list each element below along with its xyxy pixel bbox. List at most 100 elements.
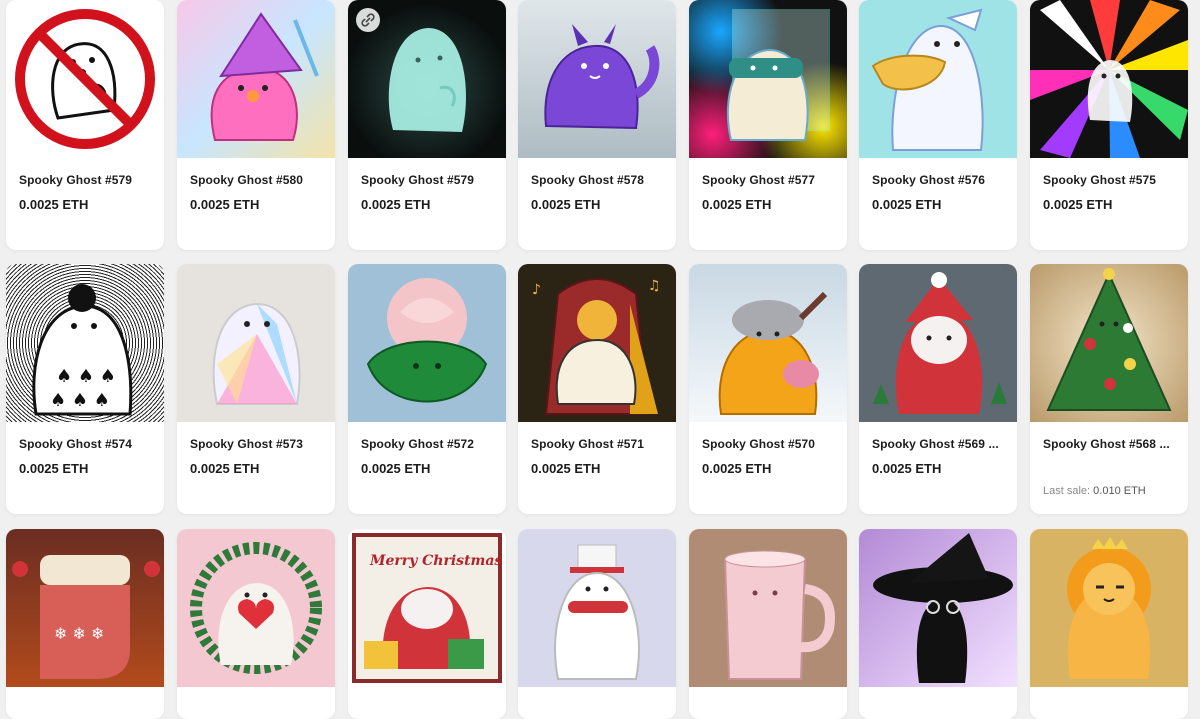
nft-card[interactable]: ♪ ♫ Spooky Ghost #571 0.0025 ETH [518,264,676,514]
last-sale-value: 0.010 ETH [1093,485,1146,497]
nft-title[interactable]: Spooky Ghost #576 [872,173,985,187]
nft-image[interactable] [177,0,335,158]
link-icon[interactable] [356,8,380,32]
nft-card[interactable]: Spooky Ghost #572 0.0025 ETH [348,264,506,514]
nft-card[interactable] [177,529,335,719]
nft-image[interactable] [518,0,676,158]
nft-card[interactable]: Spooky Ghost #570 0.0025 ETH [689,264,847,514]
nft-image[interactable]: ♪ ♫ [518,264,676,422]
nft-price: 0.0025 ETH [361,461,431,476]
nft-title[interactable]: Spooky Ghost #570 [702,437,815,451]
banner-text: Merry Christmas [369,553,502,569]
last-sale-label: Last sale: [1043,485,1091,497]
christmas-tree-ghost-icon [1046,268,1172,411]
mug-ghost-icon [723,550,835,680]
nft-card[interactable] [689,529,847,719]
rainbow-ghost-icon [1030,0,1188,158]
spade-ghost-icon: ♠ ♠ ♠ ♠ ♠ ♠ [32,284,133,416]
nft-image[interactable] [177,264,335,422]
nft-card[interactable]: Spooky Ghost #573 0.0025 ETH [177,264,335,514]
nft-image[interactable] [859,0,1017,158]
nft-image[interactable] [1030,264,1188,422]
nft-title[interactable]: Spooky Ghost #580 [190,173,303,187]
nft-image[interactable]: Merry Christmas [348,529,506,687]
nft-image[interactable]: ❄ ❄ ❄ [6,529,164,687]
nft-card[interactable] [859,529,1017,719]
nft-card[interactable]: Spooky Ghost #568 ... Last sale: 0.010 E… [1030,264,1188,514]
merry-christmas-santa-ghost-icon: Merry Christmas [352,533,502,683]
nft-price: 0.0025 ETH [702,197,772,212]
nft-price: 0.0025 ETH [1043,197,1113,212]
nft-image[interactable] [518,529,676,687]
svg-text:♠ ♠ ♠: ♠ ♠ ♠ [56,366,116,387]
nft-image[interactable]: ♠ ♠ ♠ ♠ ♠ ♠ [6,264,164,422]
nft-card[interactable] [518,529,676,719]
nft-image[interactable] [689,264,847,422]
nft-card[interactable]: Spooky Ghost #575 0.0025 ETH [1030,0,1188,250]
pelican-ghost-icon [871,8,984,151]
nft-price: 0.0025 ETH [190,461,260,476]
nft-image[interactable] [689,0,847,158]
wreath-heart-ghost-icon [190,542,322,674]
svg-text:♠ ♠ ♠: ♠ ♠ ♠ [50,390,110,411]
nft-title[interactable]: Spooky Ghost #569 ... [872,437,999,451]
nft-image[interactable] [689,529,847,687]
nft-title[interactable]: Spooky Ghost #573 [190,437,303,451]
nft-title[interactable]: Spooky Ghost #577 [702,173,815,187]
nft-title[interactable]: Spooky Ghost #574 [19,437,132,451]
nft-price: 0.0025 ETH [531,197,601,212]
nft-price: 0.0025 ETH [872,197,942,212]
nft-card[interactable]: ❄ ❄ ❄ [6,529,164,719]
prism-ghost-icon [212,302,301,405]
lion-ghost-icon [1067,537,1151,679]
prohibited-ghost-icon [15,9,155,149]
last-sale: Last sale: 0.010 ETH [1043,485,1146,497]
nft-card[interactable] [1030,529,1188,719]
nft-price: 0.0025 ETH [531,461,601,476]
nft-title[interactable]: Spooky Ghost #575 [1043,173,1156,187]
rose-ghost-icon [366,278,488,403]
dragon-ghost-icon [544,24,660,130]
nft-price: 0.0025 ETH [702,461,772,476]
witch-cat-ghost-icon [873,533,1013,683]
svg-text:♫: ♫ [648,278,661,294]
nft-card[interactable]: Spooky Ghost #578 0.0025 ETH [518,0,676,250]
astronaut-ghost-icon [726,9,830,141]
music-ghost-icon: ♪ ♫ [532,278,661,415]
nft-image[interactable] [859,529,1017,687]
nft-image[interactable] [348,0,506,158]
svg-text:❄ ❄ ❄: ❄ ❄ ❄ [54,624,104,643]
nft-image[interactable] [177,529,335,687]
nft-image[interactable] [859,264,1017,422]
nft-title[interactable]: Spooky Ghost #571 [531,437,644,451]
nft-card[interactable]: ♠ ♠ ♠ ♠ ♠ ♠ Spooky Ghost #574 0.0025 ETH [6,264,164,514]
nft-title[interactable]: Spooky Ghost #568 ... [1043,437,1170,451]
nft-card[interactable]: Merry Christmas [348,529,506,719]
nft-card[interactable]: Spooky Ghost #580 0.0025 ETH [177,0,335,250]
nft-image[interactable] [1030,529,1188,687]
nft-card[interactable]: Spooky Ghost #577 0.0025 ETH [689,0,847,250]
nft-price: 0.0025 ETH [872,461,942,476]
stocking-ghost-icon: ❄ ❄ ❄ [12,555,160,679]
svg-text:♪: ♪ [532,282,541,298]
nft-price: 0.0025 ETH [361,197,431,212]
nft-title[interactable]: Spooky Ghost #579 [361,173,474,187]
snowman-ghost-icon [554,544,640,680]
nft-image[interactable] [348,264,506,422]
nft-image[interactable] [6,0,164,158]
knit-santa-ghost-icon [873,272,1007,414]
nft-price: 0.0025 ETH [19,461,89,476]
gnome-ghost-pickaxe-icon [210,12,319,141]
nft-card[interactable]: Spooky Ghost #579 0.0025 ETH [348,0,506,250]
nft-price: 0.0025 ETH [190,197,260,212]
nft-grid: Spooky Ghost #579 0.0025 ETH Spooky Ghos… [0,0,1200,719]
nft-title[interactable]: Spooky Ghost #579 [19,173,132,187]
nft-title[interactable]: Spooky Ghost #578 [531,173,644,187]
nft-card[interactable]: Spooky Ghost #579 0.0025 ETH [6,0,164,250]
nft-image[interactable] [1030,0,1188,158]
nft-card[interactable]: Spooky Ghost #569 ... 0.0025 ETH [859,264,1017,514]
nft-price: 0.0025 ETH [19,197,89,212]
nft-title[interactable]: Spooky Ghost #572 [361,437,474,451]
winter-ghost-icon [718,291,828,415]
nft-card[interactable]: Spooky Ghost #576 0.0025 ETH [859,0,1017,250]
